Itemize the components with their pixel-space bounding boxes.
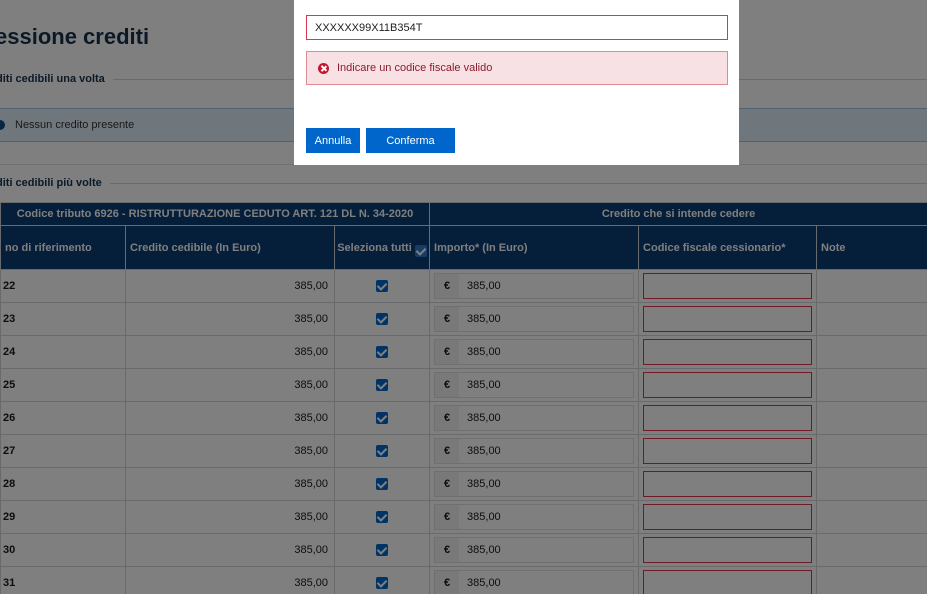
modal-error-alert: Indicare un codice fiscale valido: [306, 51, 728, 85]
error-icon: [318, 62, 329, 74]
confirm-button[interactable]: Conferma: [366, 128, 455, 153]
cancel-button[interactable]: Annulla: [306, 128, 360, 153]
cf-modal: XXXXXX99X11B354T Indicare un codice fisc…: [294, 0, 739, 165]
modal-error-text: Indicare un codice fiscale valido: [337, 62, 493, 74]
modal-cf-input[interactable]: XXXXXX99X11B354T: [306, 15, 728, 40]
